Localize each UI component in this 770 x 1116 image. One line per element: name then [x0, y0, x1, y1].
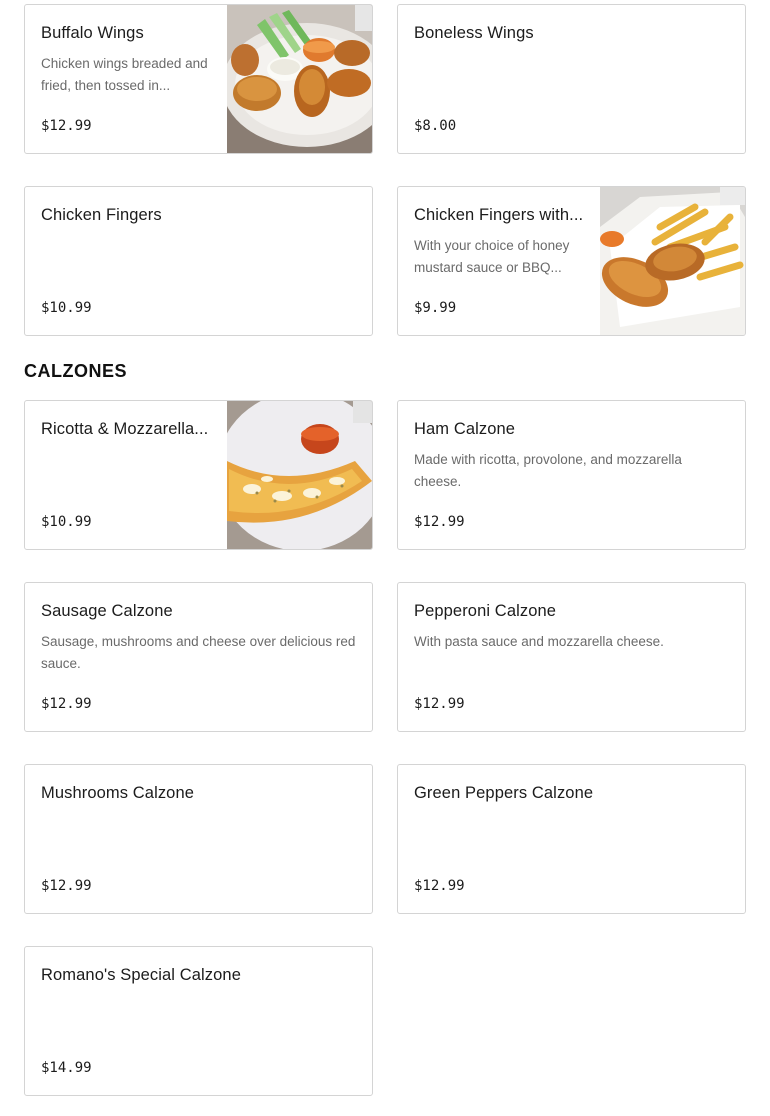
menu-item-body: Boneless Wings $8.00: [414, 5, 729, 153]
menu-item-card[interactable]: Romano's Special Calzone $14.99: [24, 946, 373, 1096]
chicken-fingers-fries-photo: [600, 187, 745, 335]
menu-item-body: Buffalo Wings Chicken wings breaded and …: [41, 5, 212, 153]
menu-item-name: Buffalo Wings: [41, 24, 144, 42]
menu-item-price: $10.99: [41, 300, 92, 316]
menu-item-name: Ham Calzone: [414, 420, 516, 438]
menu-item-name: Green Peppers Calzone: [414, 784, 594, 802]
menu-item-body: Chicken Fingers $10.99: [41, 187, 356, 335]
menu-item-body: Green Peppers Calzone $12.99: [414, 765, 729, 913]
menu-item-name: Boneless Wings: [414, 24, 534, 42]
menu-item-card[interactable]: Ham Calzone Made with ricotta, provolone…: [397, 400, 746, 550]
menu-item-description: Made with ricotta, provolone, and mozzar…: [414, 452, 682, 489]
menu-item-price: $12.99: [414, 514, 465, 530]
menu-item-price: $9.99: [414, 300, 457, 316]
menu-item-card[interactable]: Mushrooms Calzone $12.99: [24, 764, 373, 914]
menu-item-name: Chicken Fingers with...: [414, 206, 584, 224]
menu-item-card[interactable]: Sausage Calzone Sausage, mushrooms and c…: [24, 582, 373, 732]
menu-item-name: Mushrooms Calzone: [41, 784, 195, 802]
menu-item-price: $12.99: [41, 118, 92, 134]
menu-item-card[interactable]: Buffalo Wings Chicken wings breaded and …: [24, 4, 373, 154]
menu-item-name: Chicken Fingers: [41, 206, 162, 224]
menu-item-body: Romano's Special Calzone $14.99: [41, 947, 356, 1095]
menu-item-body: Ham Calzone Made with ricotta, provolone…: [414, 401, 729, 549]
menu-item-price: $12.99: [414, 878, 465, 894]
menu-item-body: Ricotta & Mozzarella... $10.99: [41, 401, 212, 549]
menu-item-card[interactable]: Ricotta & Mozzarella... $10.99: [24, 400, 373, 550]
menu-item-description: Chicken wings breaded and fried, then to…: [41, 56, 208, 93]
menu-item-body: Sausage Calzone Sausage, mushrooms and c…: [41, 583, 356, 731]
menu-item-body: Mushrooms Calzone $12.99: [41, 765, 356, 913]
menu-item-price: $12.99: [41, 696, 92, 712]
menu-item-card[interactable]: Pepperoni Calzone With pasta sauce and m…: [397, 582, 746, 732]
section-title-calzones: CALZONES: [24, 361, 127, 381]
menu-item-name: Pepperoni Calzone: [414, 602, 557, 620]
menu-item-description: With pasta sauce and mozzarella cheese.: [414, 634, 664, 649]
calzone-photo: [227, 401, 372, 549]
menu-item-description: Sausage, mushrooms and cheese over delic…: [41, 634, 356, 671]
menu-item-name: Romano's Special Calzone: [41, 966, 241, 984]
menu-item-price: $8.00: [414, 118, 457, 134]
menu-item-body: Chicken Fingers with... With your choice…: [414, 187, 585, 335]
menu-item-description: With your choice of honey mustard sauce …: [414, 238, 570, 275]
menu-item-price: $12.99: [41, 878, 92, 894]
menu-item-price: $10.99: [41, 514, 92, 530]
menu-item-price: $14.99: [41, 1060, 92, 1076]
menu-item-price: $12.99: [414, 696, 465, 712]
menu-item-card[interactable]: Boneless Wings $8.00: [397, 4, 746, 154]
buffalo-wings-photo: [227, 5, 372, 153]
menu-item-card[interactable]: Green Peppers Calzone $12.99: [397, 764, 746, 914]
menu-item-name: Ricotta & Mozzarella...: [41, 420, 209, 438]
menu-item-name: Sausage Calzone: [41, 602, 173, 620]
menu-item-body: Pepperoni Calzone With pasta sauce and m…: [414, 583, 729, 731]
menu-item-card[interactable]: Chicken Fingers with... With your choice…: [397, 186, 746, 336]
menu-item-card[interactable]: Chicken Fingers $10.99: [24, 186, 373, 336]
